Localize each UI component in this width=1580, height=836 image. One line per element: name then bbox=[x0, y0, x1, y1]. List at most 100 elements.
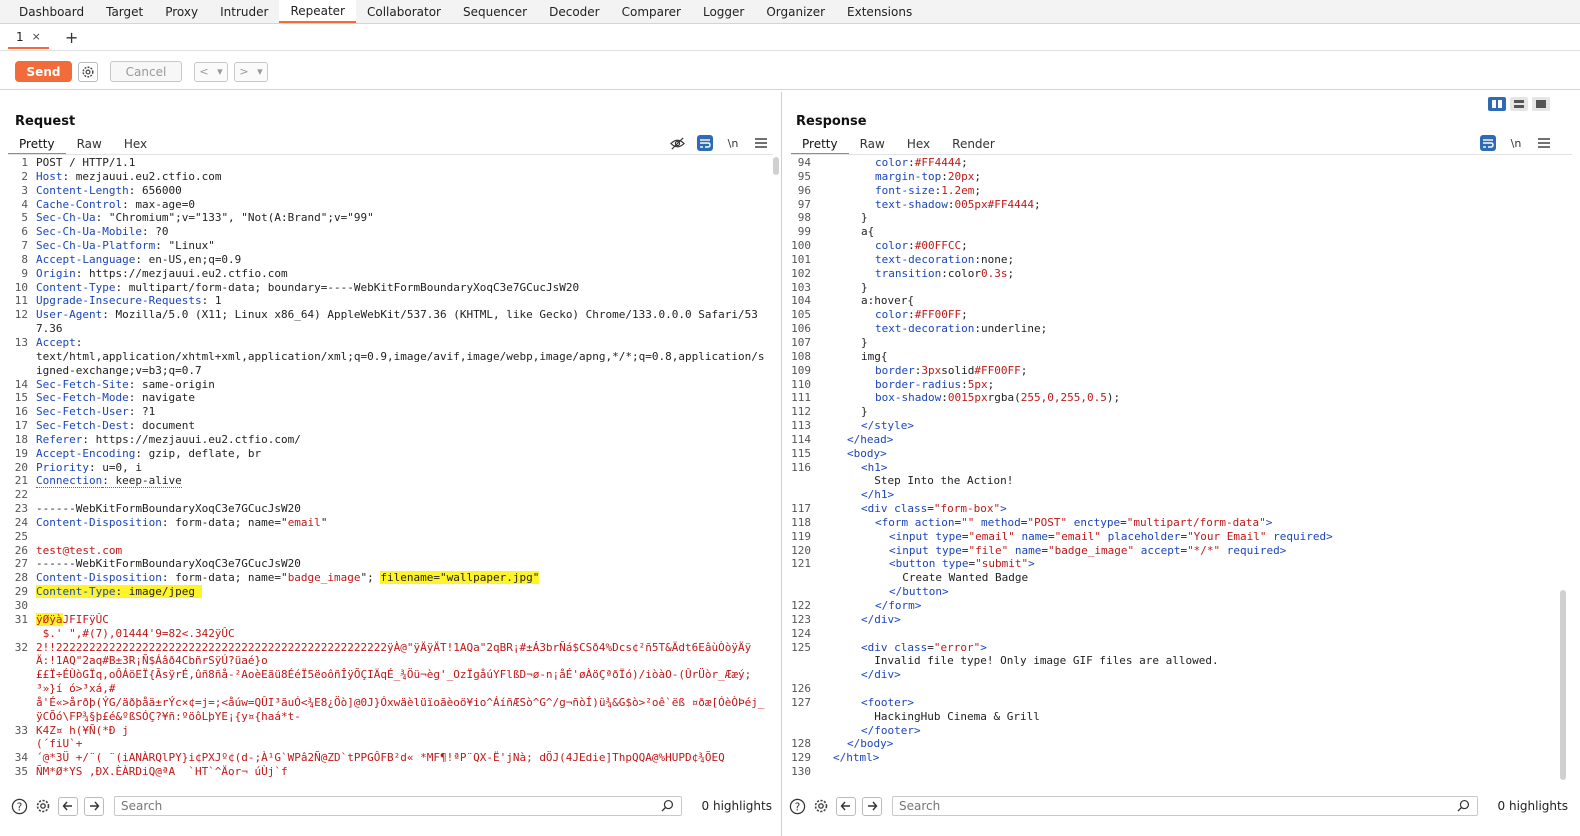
close-icon[interactable]: × bbox=[32, 30, 41, 43]
previous-match-button[interactable] bbox=[836, 796, 856, 816]
code-token: 005px#FF4444 bbox=[954, 197, 1034, 211]
code-line: 11 Upgrade-Insecure-Requests: 1 bbox=[8, 294, 769, 308]
line-number: 96 bbox=[797, 183, 811, 197]
code-line: 17 Sec-Fetch-Dest: document bbox=[8, 419, 769, 433]
search-input[interactable] bbox=[892, 796, 1478, 816]
next-match-button[interactable] bbox=[84, 796, 104, 816]
line-number: 16 bbox=[14, 405, 28, 419]
help-icon[interactable]: ? bbox=[10, 797, 28, 815]
nav-tab-dashboard[interactable]: Dashboard bbox=[8, 0, 95, 23]
line-number: 32 bbox=[14, 640, 28, 654]
line-number: 9 bbox=[21, 266, 28, 280]
code-line: 7 Sec-Ch-Ua-Platform: "Linux" bbox=[8, 239, 769, 253]
tab-1[interactable]: 1 × bbox=[8, 27, 49, 49]
eye-off-icon[interactable] bbox=[669, 135, 685, 151]
layout-columns-icon[interactable] bbox=[1488, 97, 1506, 111]
code-line: 130 bbox=[791, 765, 1566, 779]
nav-tab-collaborator[interactable]: Collaborator bbox=[356, 0, 452, 23]
code-token: : ?1 bbox=[128, 405, 156, 419]
request-view-tabs: Pretty Raw Hex bbox=[8, 135, 158, 155]
nav-tab-logger[interactable]: Logger bbox=[692, 0, 755, 23]
code-token: rgba( bbox=[987, 391, 1021, 405]
search-input[interactable] bbox=[114, 796, 682, 816]
code-token: type bbox=[935, 543, 962, 557]
nav-tab-sequencer[interactable]: Sequencer bbox=[452, 0, 538, 23]
chevron-left-icon: < bbox=[199, 65, 209, 78]
response-tab-render[interactable]: Render bbox=[941, 135, 1006, 155]
code-token: : "Linux" bbox=[155, 239, 215, 253]
menu-icon[interactable] bbox=[753, 135, 769, 151]
line-text: margin-top:20px; bbox=[819, 170, 1566, 184]
request-tab-raw[interactable]: Raw bbox=[66, 135, 113, 155]
nav-tab-decoder[interactable]: Decoder bbox=[538, 0, 611, 23]
line-number: 123 bbox=[791, 612, 811, 626]
line-text: ------WebKitFormBoundaryXoqC3e7GCucJsW20 bbox=[36, 502, 769, 516]
menu-icon[interactable] bbox=[1536, 135, 1552, 151]
next-match-button[interactable] bbox=[862, 796, 882, 816]
nav-tab-extensions[interactable]: Extensions bbox=[836, 0, 923, 23]
code-token: #00FFCC bbox=[914, 239, 962, 253]
gear-icon[interactable] bbox=[812, 797, 830, 815]
history-forward-button[interactable]: > ▾ bbox=[234, 61, 268, 82]
code-token: "email" bbox=[1054, 529, 1101, 543]
settings-button[interactable] bbox=[78, 61, 98, 82]
line-number: 1 bbox=[21, 156, 28, 169]
code-token: : bbox=[908, 308, 915, 322]
code-line: 112} bbox=[791, 405, 1566, 419]
response-tab-raw[interactable]: Raw bbox=[849, 135, 896, 155]
nav-tab-proxy[interactable]: Proxy bbox=[154, 0, 209, 23]
help-icon[interactable]: ? bbox=[788, 797, 806, 815]
gear-icon[interactable] bbox=[34, 797, 52, 815]
response-scrollbar[interactable] bbox=[1560, 590, 1566, 780]
previous-match-button[interactable] bbox=[58, 796, 78, 816]
code-token: : bbox=[941, 169, 948, 183]
layout-rows-icon[interactable] bbox=[1510, 97, 1528, 111]
response-title: Response bbox=[796, 114, 867, 129]
line-text: border-radius:5px; bbox=[819, 378, 1566, 392]
code-token: Host bbox=[36, 169, 63, 183]
response-editor[interactable]: 94 color:#FF4444; 95 margin-top:20px; 96 font… bbox=[791, 156, 1566, 782]
line-number: 18 bbox=[14, 432, 28, 446]
layout-tabs-icon[interactable] bbox=[1532, 97, 1550, 111]
add-tab-icon[interactable]: + bbox=[65, 28, 78, 47]
line-number: 106 bbox=[791, 322, 811, 336]
line-text: Content-Type: image/jpeg bbox=[36, 585, 769, 599]
history-back-button[interactable]: < ▾ bbox=[194, 61, 228, 82]
wrap-icon[interactable] bbox=[1480, 135, 1496, 151]
gear-icon bbox=[82, 65, 94, 78]
code-line: 95 margin-top:20px; bbox=[791, 170, 1566, 184]
request-editor[interactable]: 1 POST / HTTP/1.1 2 Host: mezjauui.eu2.ctfi… bbox=[8, 156, 769, 782]
request-tab-pretty[interactable]: Pretty bbox=[8, 135, 66, 155]
nav-tab-target[interactable]: Target bbox=[95, 0, 154, 23]
line-number: 19 bbox=[14, 446, 28, 460]
code-token: 3px bbox=[921, 363, 942, 377]
request-tab-hex[interactable]: Hex bbox=[113, 135, 158, 155]
line-text bbox=[819, 765, 1566, 779]
line-number: 105 bbox=[791, 308, 811, 322]
code-token: badge_image bbox=[287, 571, 361, 585]
code-token: } bbox=[861, 280, 868, 294]
nav-tab-repeater[interactable]: Repeater bbox=[279, 0, 356, 23]
code-token: ; bbox=[987, 377, 995, 391]
line-text: Content-Type: multipart/form-data; bound… bbox=[36, 281, 769, 295]
code-token: action bbox=[914, 515, 955, 529]
line-number: 121 bbox=[791, 557, 811, 571]
code-token: ------WebKitFormBoundaryXoqC3e7GCucJsW20 bbox=[36, 502, 301, 516]
response-tab-pretty[interactable]: Pretty bbox=[791, 135, 849, 155]
line-text: </body> bbox=[819, 737, 1566, 751]
wrap-icon[interactable] bbox=[697, 135, 713, 151]
code-token: email bbox=[287, 515, 321, 529]
response-tab-hex[interactable]: Hex bbox=[896, 135, 941, 155]
cancel-button[interactable]: Cancel bbox=[110, 61, 182, 82]
nav-tab-organizer[interactable]: Organizer bbox=[755, 0, 836, 23]
line-text: Sec-Ch-Ua: "Chromium";v="133", "Not(A:Br… bbox=[36, 211, 769, 225]
nav-tab-comparer[interactable]: Comparer bbox=[611, 0, 692, 23]
nav-tab-intruder[interactable]: Intruder bbox=[209, 0, 279, 23]
request-scrollbar[interactable] bbox=[773, 157, 779, 175]
line-text bbox=[819, 682, 1566, 696]
line-text: box-shadow:0015pxrgba(255,0,255,0.5); bbox=[819, 391, 1566, 405]
send-button[interactable]: Send bbox=[15, 61, 72, 82]
newline-icon[interactable]: \n bbox=[1508, 135, 1524, 151]
newline-icon[interactable]: \n bbox=[725, 135, 741, 151]
code-token: class bbox=[894, 640, 928, 654]
